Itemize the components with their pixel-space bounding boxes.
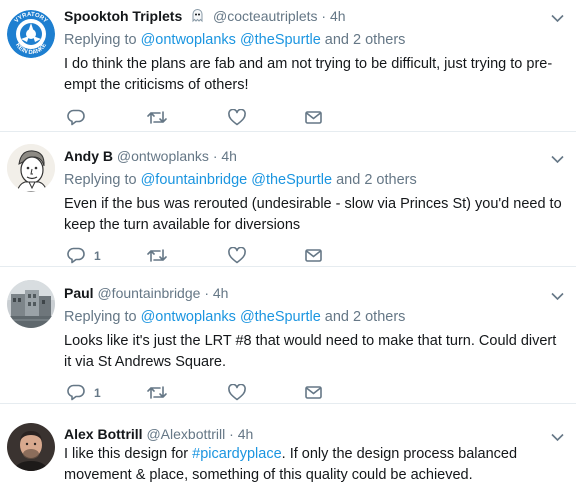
- hashtag-link[interactable]: #picardyplace: [192, 446, 281, 462]
- ghost-emoji-icon: [190, 8, 205, 27]
- user-handle[interactable]: @fountainbridge: [97, 285, 200, 301]
- tweet-text: I do think the plans are fab and am not …: [64, 56, 553, 93]
- display-name[interactable]: Alex Bottrill: [64, 426, 143, 442]
- tweet-text: Even if the bus was rerouted (undesirabl…: [64, 196, 562, 233]
- envelope-icon: [305, 249, 322, 262]
- chevron-down-icon[interactable]: [551, 429, 564, 447]
- reply-context: Replying to @fountainbridge @theSpurtle …: [64, 171, 564, 189]
- user-handle[interactable]: @ontwoplanks: [117, 148, 209, 164]
- mention-link[interactable]: @fountainbridge: [141, 172, 248, 188]
- retweet-button[interactable]: [146, 248, 168, 263]
- timestamp[interactable]: 4h: [238, 426, 254, 442]
- tweet[interactable]: Paul @fountainbridge · 4h Replying to @o…: [0, 267, 576, 404]
- reply-context: Replying to @ontwoplanks @theSpurtle and…: [64, 31, 564, 49]
- reply-prefix: Replying to: [64, 309, 137, 325]
- separator-dot: ·: [321, 8, 327, 24]
- like-button[interactable]: [228, 384, 246, 401]
- mention-link[interactable]: @ontwoplanks: [141, 309, 236, 325]
- reply-prefix: Replying to: [64, 172, 137, 188]
- avatar[interactable]: [7, 280, 55, 328]
- mention-link[interactable]: @ontwoplanks: [141, 32, 236, 48]
- separator-dot: ·: [212, 148, 218, 164]
- retweet-button[interactable]: [146, 110, 168, 125]
- avatar[interactable]: VYRATORY KEIN DANKE: [7, 10, 55, 58]
- separator-dot: ·: [229, 426, 234, 442]
- envelope-icon: [305, 111, 322, 124]
- retweet-icon: [146, 110, 168, 125]
- mention-link[interactable]: @theSpurtle: [240, 32, 321, 48]
- tweet[interactable]: VYRATORY KEIN DANKE Spooktoh Triplets @c…: [0, 0, 576, 132]
- display-name[interactable]: Paul: [64, 285, 94, 301]
- reply-others[interactable]: and 2 others: [325, 32, 406, 48]
- retweet-button[interactable]: [146, 385, 168, 400]
- heart-icon: [228, 384, 246, 401]
- heart-icon: [228, 109, 246, 126]
- reply-button[interactable]: 1: [67, 247, 101, 264]
- avatar[interactable]: [7, 423, 55, 471]
- direct-message-button[interactable]: [305, 386, 322, 399]
- chevron-down-icon[interactable]: [551, 151, 564, 169]
- tweet[interactable]: Andy B @ontwoplanks · 4h Replying to @fo…: [0, 132, 576, 267]
- reply-prefix: Replying to: [64, 32, 137, 48]
- timestamp[interactable]: 4h: [330, 8, 346, 24]
- retweet-icon: [146, 248, 168, 263]
- envelope-icon: [305, 386, 322, 399]
- user-handle[interactable]: @cocteautriplets: [213, 8, 317, 24]
- like-button[interactable]: [228, 109, 246, 126]
- reply-count: 1: [94, 248, 101, 263]
- direct-message-button[interactable]: [305, 111, 322, 124]
- chevron-down-icon[interactable]: [551, 288, 564, 306]
- mention-link[interactable]: @theSpurtle: [240, 309, 321, 325]
- direct-message-button[interactable]: [305, 249, 322, 262]
- reply-button[interactable]: [67, 109, 85, 126]
- chevron-down-icon[interactable]: [551, 10, 564, 28]
- timestamp[interactable]: 4h: [221, 148, 237, 164]
- reply-others[interactable]: and 2 others: [325, 309, 406, 325]
- separator-dot: ·: [204, 285, 209, 301]
- mention-link[interactable]: @theSpurtle: [251, 172, 332, 188]
- tweet[interactable]: Alex Bottrill @Alexbottrill · 4h I like …: [0, 404, 576, 491]
- reply-button[interactable]: 1: [67, 384, 101, 401]
- timestamp[interactable]: 4h: [213, 285, 229, 301]
- reply-others[interactable]: and 2 others: [336, 172, 417, 188]
- reply-icon: [67, 384, 85, 401]
- reply-count: 1: [94, 385, 101, 400]
- reply-icon: [67, 109, 85, 126]
- tweet-text: Looks like it's just the LRT #8 that wou…: [64, 333, 557, 370]
- heart-icon: [228, 247, 246, 264]
- user-handle[interactable]: @Alexbottrill: [146, 426, 225, 442]
- tweet-text: I like this design for #picardyplace. If…: [64, 444, 564, 486]
- reply-context: Replying to @ontwoplanks @theSpurtle and…: [64, 308, 564, 326]
- tweet-text-start: I like this design for: [64, 446, 189, 462]
- reply-icon: [67, 247, 85, 264]
- avatar[interactable]: [7, 144, 55, 192]
- retweet-icon: [146, 385, 168, 400]
- display-name[interactable]: Andy B: [64, 148, 113, 164]
- display-name[interactable]: Spooktoh Triplets: [64, 8, 182, 24]
- like-button[interactable]: [228, 247, 246, 264]
